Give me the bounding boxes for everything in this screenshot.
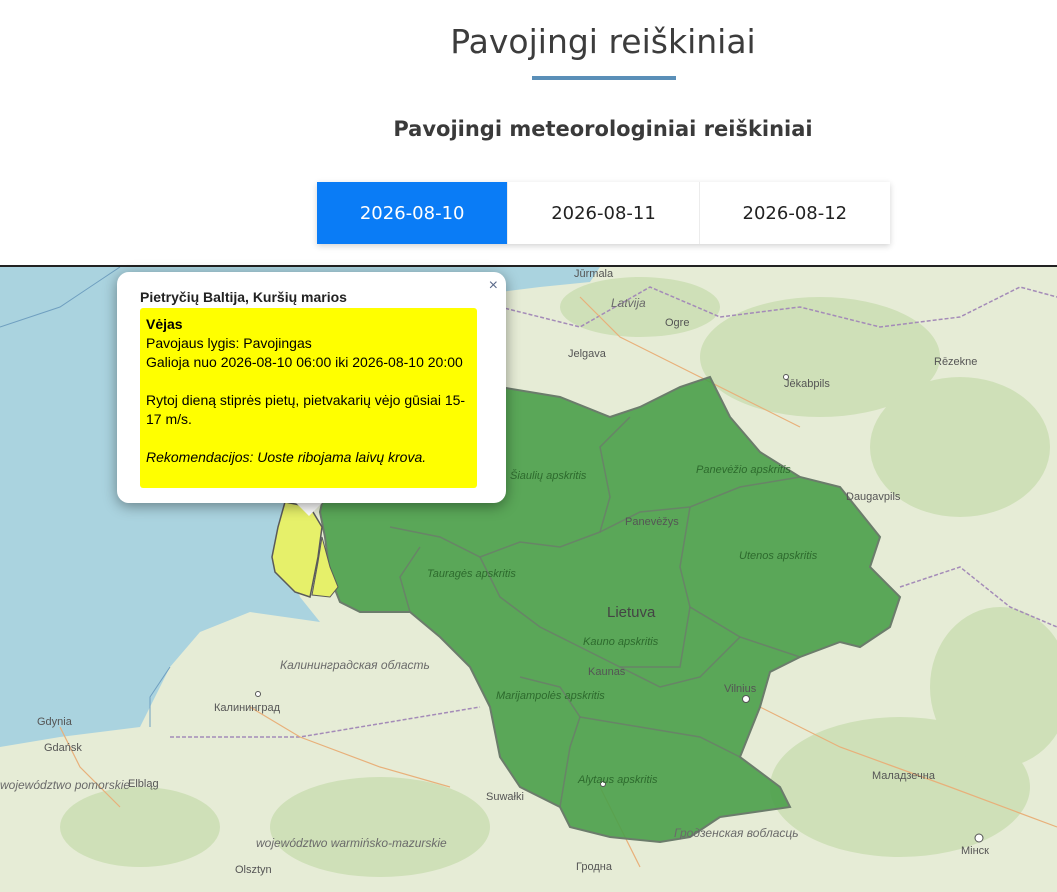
region-label: Utenos apskritis — [739, 550, 818, 562]
city-label: Маладзечна — [872, 770, 936, 782]
city-label: Rēzekne — [934, 356, 977, 368]
warning-level: Pavojaus lygis: Pavojingas — [146, 335, 312, 351]
city-label: Ogre — [665, 317, 689, 329]
city-label: Мінск — [961, 845, 989, 857]
city-label: Jūrmala — [574, 268, 614, 280]
title-underline — [532, 76, 676, 80]
tab-date-3[interactable]: 2026-08-12 — [699, 182, 890, 244]
warning-popup: × Pietryčių Baltija, Kuršių marios Vėjas… — [117, 272, 506, 503]
city-label: Daugavpils — [846, 491, 901, 503]
close-icon[interactable]: × — [489, 278, 498, 294]
warning-phenomenon: Vėjas — [146, 316, 183, 332]
city-label: Elbląg — [128, 778, 159, 790]
area-label: Гродзенская вобласць — [674, 826, 799, 840]
popup-region-title: Pietryčių Baltija, Kuršių marios — [140, 289, 347, 305]
city-label: Kaunas — [588, 666, 626, 678]
area-label: Latvija — [611, 296, 646, 310]
city-label: Suwałki — [486, 791, 524, 803]
region-label: Šiaulių apskritis — [510, 469, 587, 482]
tab-date-2[interactable]: 2026-08-11 — [508, 182, 700, 244]
date-tabs: 2026-08-10 2026-08-11 2026-08-12 — [317, 182, 890, 244]
popup-tip — [295, 502, 323, 516]
city-label: Калининград — [214, 702, 281, 714]
city-label: Vilnius — [724, 683, 757, 695]
warning-description: Rytoj dieną stiprės pietų, pietvakarių v… — [146, 392, 466, 427]
city-label: Jelgava — [568, 348, 607, 360]
region-label: Marijampolės apskritis — [496, 690, 605, 702]
warning-recommendation: Rekomendacijos: Uoste ribojama laivų kro… — [146, 449, 427, 465]
page-title: Pavojingi reiškiniai — [450, 22, 756, 61]
region-label: Tauragės apskritis — [427, 568, 516, 580]
warning-box: Vėjas Pavojaus lygis: Pavojingas Galioja… — [140, 308, 477, 488]
city-label: Гродна — [576, 861, 613, 873]
region-label: Alytaus apskritis — [577, 774, 658, 786]
region-label: Kauno apskritis — [583, 636, 659, 648]
warning-validity: Galioja nuo 2026-08-10 06:00 iki 2026-08… — [146, 354, 463, 370]
area-label: Калининградская область — [280, 658, 430, 672]
page-subtitle: Pavojingi meteorologiniai reiškiniai — [393, 117, 813, 141]
city-label: Gdańsk — [44, 742, 82, 754]
country-label: Lietuva — [607, 604, 656, 621]
region-label: Panevėžio apskritis — [696, 464, 791, 476]
city-label: Olsztyn — [235, 864, 272, 876]
tab-date-1[interactable]: 2026-08-10 — [317, 182, 509, 244]
city-label: Jēkabpils — [784, 378, 830, 390]
city-label: Gdynia — [37, 716, 73, 728]
area-label: województwo warmińsko-mazurskie — [256, 836, 447, 850]
city-label: Panevėžys — [625, 516, 679, 528]
area-label: województwo pomorskie — [0, 778, 130, 792]
